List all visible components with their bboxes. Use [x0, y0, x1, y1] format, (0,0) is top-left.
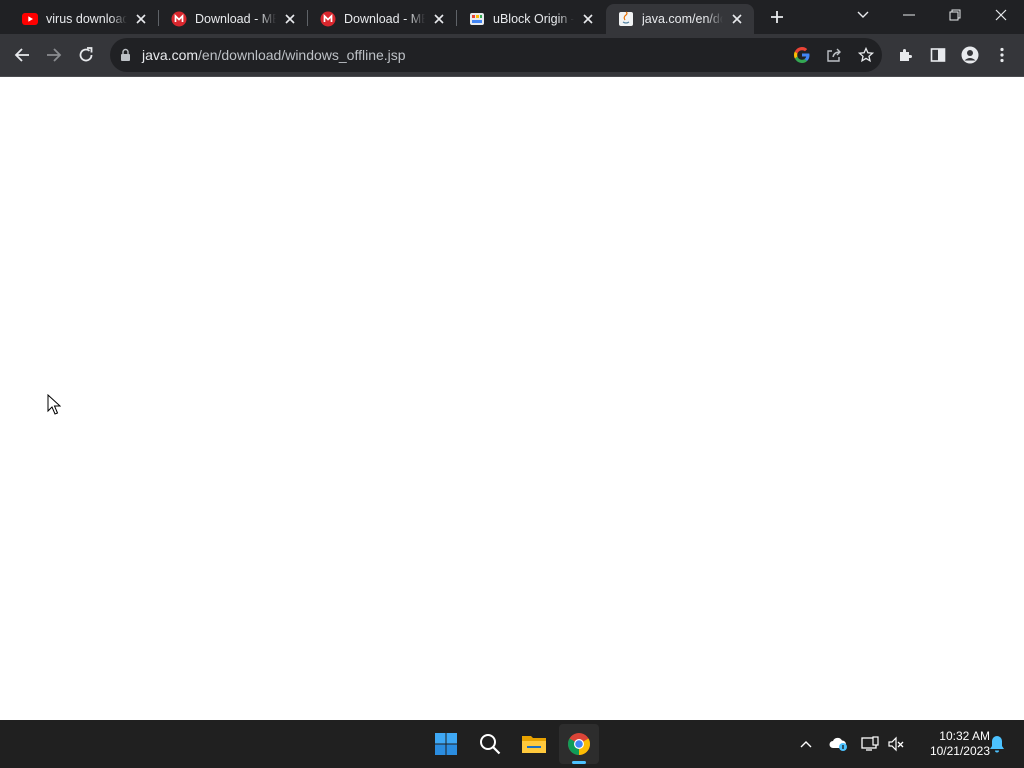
tab-title: virus download - YouTube	[46, 12, 127, 26]
minimize-icon	[903, 14, 915, 16]
tab-ublock[interactable]: uBlock Origin - Free	[457, 4, 605, 34]
close-icon[interactable]	[431, 11, 447, 27]
arrow-right-icon	[47, 48, 62, 62]
mega-icon	[320, 11, 336, 27]
restore-button[interactable]	[932, 0, 978, 30]
chevron-up-icon	[800, 741, 812, 748]
share-button[interactable]	[818, 39, 850, 71]
url-text[interactable]: java.com/en/download/windows_offline.jsp	[142, 47, 406, 63]
onedrive-tray-button[interactable]	[827, 733, 849, 755]
tab-title: uBlock Origin - Free	[493, 12, 574, 26]
page-content[interactable]	[0, 77, 1024, 720]
file-explorer-icon	[522, 736, 546, 753]
ublock-icon	[469, 11, 485, 27]
url-host: java.com	[142, 47, 199, 63]
clock-date: 10/21/2023	[929, 744, 990, 758]
reload-button[interactable]	[70, 39, 102, 71]
mega-icon	[171, 11, 187, 27]
new-tab-button[interactable]	[767, 7, 787, 27]
tab-mega-1[interactable]: Download - MEGA	[159, 4, 307, 34]
forward-button[interactable]	[38, 39, 70, 71]
extensions-button[interactable]	[890, 39, 922, 71]
profile-button[interactable]	[954, 39, 986, 71]
lock-icon[interactable]	[120, 48, 131, 62]
show-hidden-icons-button[interactable]	[795, 733, 817, 755]
bookmark-button[interactable]	[850, 39, 882, 71]
star-icon	[858, 47, 874, 63]
close-icon[interactable]	[580, 11, 596, 27]
minimize-button[interactable]	[886, 0, 932, 30]
side-panel-icon	[930, 48, 946, 62]
start-icon	[435, 733, 457, 755]
chrome-icon	[568, 733, 590, 755]
side-panel-button[interactable]	[922, 39, 954, 71]
google-icon	[794, 47, 810, 63]
volume-tray-button[interactable]	[885, 733, 907, 755]
google-lens-button[interactable]	[786, 39, 818, 71]
close-icon[interactable]	[133, 11, 149, 27]
network-tray-button[interactable]	[859, 733, 881, 755]
tab-title: Download - MEGA	[195, 12, 276, 26]
network-icon	[861, 736, 879, 751]
youtube-icon	[22, 11, 38, 27]
start-button[interactable]	[426, 724, 466, 764]
tab-java[interactable]: java.com/en/download	[606, 4, 754, 34]
chevron-down-icon	[857, 11, 869, 18]
kebab-menu-icon	[1000, 47, 1004, 63]
clock[interactable]: 10:32 AM 10/21/2023	[910, 729, 990, 759]
tab-search-button[interactable]	[840, 0, 886, 30]
profile-icon	[961, 46, 979, 64]
bell-icon	[990, 736, 1004, 753]
clock-time: 10:32 AM	[939, 729, 990, 743]
back-button[interactable]	[6, 39, 38, 71]
close-icon	[995, 9, 1007, 21]
window-close-button[interactable]	[978, 0, 1024, 30]
close-icon[interactable]	[729, 11, 745, 27]
plus-icon	[771, 11, 783, 23]
running-indicator	[572, 761, 586, 764]
close-icon[interactable]	[282, 11, 298, 27]
url-path: /en/download/windows_offline.jsp	[198, 47, 406, 63]
java-icon	[618, 11, 634, 27]
tab-title: java.com/en/download	[642, 12, 723, 26]
speaker-muted-icon	[888, 736, 904, 752]
chrome-taskbar-button[interactable]	[559, 724, 599, 764]
tab-strip: virus download - YouTube Download - MEGA…	[0, 0, 1024, 34]
menu-button[interactable]	[986, 39, 1018, 71]
reload-icon	[79, 47, 93, 62]
arrow-left-icon	[14, 48, 29, 62]
mouse-cursor-icon	[47, 394, 61, 415]
restore-icon	[949, 9, 961, 21]
notifications-button[interactable]	[986, 733, 1008, 755]
search-icon	[480, 734, 501, 755]
share-icon	[827, 48, 841, 62]
file-explorer-button[interactable]	[514, 724, 554, 764]
tab-mega-2[interactable]: Download - MEGA	[308, 4, 456, 34]
taskbar-search-button[interactable]	[470, 724, 510, 764]
tab-title: Download - MEGA	[344, 12, 425, 26]
tab-youtube[interactable]: virus download - YouTube	[10, 4, 158, 34]
puzzle-icon	[900, 49, 912, 61]
cloud-icon	[829, 737, 847, 751]
